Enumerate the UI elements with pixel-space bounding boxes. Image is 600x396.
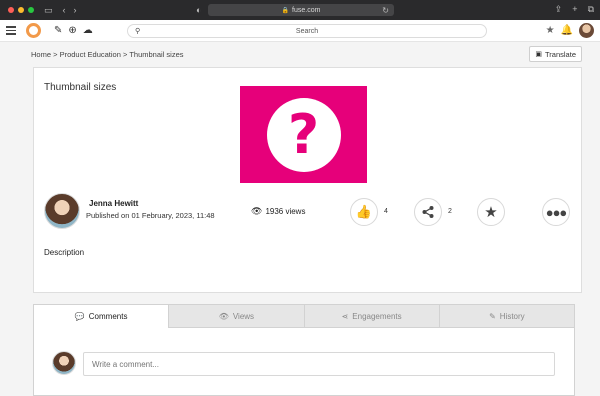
menu-icon[interactable] bbox=[6, 26, 16, 35]
commenter-avatar bbox=[52, 351, 76, 375]
post-tabs: 💬 Comments 👁 Views ⋖ Engagements ✎ Histo… bbox=[33, 304, 575, 328]
add-circle-icon[interactable]: ⊕ bbox=[68, 25, 76, 36]
more-options-button[interactable]: ●●● bbox=[542, 198, 570, 226]
close-window-button[interactable] bbox=[8, 7, 14, 13]
star-icon[interactable]: ★ bbox=[546, 25, 555, 36]
like-button[interactable]: 👍 bbox=[350, 198, 378, 226]
new-tab-icon[interactable]: + bbox=[572, 4, 577, 15]
share-button[interactable] bbox=[414, 198, 442, 226]
tab-label: Engagements bbox=[352, 311, 402, 321]
thumbs-up-icon: 👍 bbox=[355, 204, 373, 219]
favorite-button[interactable]: ★ bbox=[477, 198, 505, 226]
compose-icon[interactable]: ✎ bbox=[54, 25, 62, 36]
post-title: Thumbnail sizes bbox=[44, 82, 117, 93]
more-icon: ●●● bbox=[545, 204, 568, 220]
search-input[interactable]: ⚲ Search bbox=[127, 24, 487, 38]
page-content: Home > Product Education > Thumbnail siz… bbox=[0, 42, 600, 396]
post-card: Thumbnail sizes ? Jenna Hewitt Published… bbox=[33, 67, 582, 293]
share-icon: ⋖ bbox=[341, 311, 349, 321]
bell-icon[interactable]: 🔔 bbox=[561, 25, 573, 36]
shield-icon[interactable]: ◐ bbox=[196, 5, 201, 15]
url-text: fuse.com bbox=[292, 6, 321, 14]
app-logo[interactable] bbox=[26, 23, 41, 38]
eye-icon: 👁 bbox=[251, 206, 263, 216]
tab-engagements[interactable]: ⋖ Engagements bbox=[304, 304, 440, 328]
tab-label: Comments bbox=[88, 312, 128, 321]
share-icon bbox=[422, 206, 434, 218]
app-header: ✎ ⊕ ☁ ⚲ Search ★ 🔔 bbox=[0, 20, 600, 42]
tab-comments[interactable]: 💬 Comments bbox=[33, 304, 170, 328]
upload-cloud-icon[interactable]: ☁ bbox=[83, 25, 93, 36]
breadcrumb-product-education[interactable]: Product Education bbox=[60, 50, 121, 59]
tab-label: History bbox=[499, 311, 525, 321]
comment-icon: 💬 bbox=[74, 312, 85, 321]
search-placeholder: Search bbox=[295, 27, 319, 35]
search-icon: ⚲ bbox=[135, 28, 141, 35]
lock-icon: 🔒 bbox=[281, 7, 290, 14]
minimize-window-button[interactable] bbox=[18, 7, 24, 13]
star-icon: ★ bbox=[484, 204, 498, 221]
tab-overview-icon[interactable]: ⧉ bbox=[588, 4, 594, 15]
tab-views[interactable]: 👁 Views bbox=[169, 304, 305, 328]
user-avatar[interactable] bbox=[579, 23, 594, 38]
breadcrumb-separator: > bbox=[122, 50, 128, 59]
share-page-icon[interactable]: ⇪ bbox=[555, 4, 563, 15]
question-glyph: ? bbox=[287, 103, 320, 166]
post-thumbnail[interactable]: ? bbox=[240, 86, 367, 183]
translate-label: Translate bbox=[545, 49, 576, 59]
address-bar[interactable]: 🔒 fuse.com ↻ bbox=[208, 4, 394, 16]
window-controls bbox=[8, 7, 34, 13]
browser-toolbar: ▭ ‹ › ◐ 🔒 fuse.com ↻ ⇪ + ⧉ bbox=[0, 0, 600, 20]
views-count: 1936 views bbox=[265, 207, 306, 216]
reload-icon[interactable]: ↻ bbox=[382, 6, 389, 15]
translate-button[interactable]: ▣ Translate bbox=[529, 46, 582, 62]
published-date: Published on 01 February, 2023, 11:48 bbox=[86, 211, 215, 220]
question-mark-icon: ? bbox=[266, 97, 341, 172]
breadcrumb-home[interactable]: Home bbox=[31, 50, 51, 59]
tab-label: Views bbox=[232, 311, 255, 321]
breadcrumb: Home > Product Education > Thumbnail siz… bbox=[31, 50, 184, 59]
forward-icon[interactable]: › bbox=[74, 5, 77, 15]
back-icon[interactable]: ‹ bbox=[63, 5, 66, 15]
comments-panel bbox=[33, 328, 575, 396]
eye-icon: 👁 bbox=[218, 311, 229, 321]
author-avatar[interactable] bbox=[44, 193, 80, 229]
breadcrumb-separator: > bbox=[53, 50, 58, 59]
comment-input[interactable] bbox=[83, 352, 555, 376]
like-count: 4 bbox=[384, 208, 388, 215]
tab-history[interactable]: ✎ History bbox=[439, 304, 575, 328]
description-label: Description bbox=[44, 248, 85, 257]
sidebar-toggle-icon[interactable]: ▭ bbox=[44, 5, 53, 16]
author-name[interactable]: Jenna Hewitt bbox=[89, 199, 138, 208]
pencil-icon: ✎ bbox=[489, 311, 496, 321]
zoom-window-button[interactable] bbox=[28, 7, 34, 13]
translate-icon: ▣ bbox=[535, 51, 542, 58]
views-counter: 👁 1936 views bbox=[251, 206, 305, 217]
share-count: 2 bbox=[448, 208, 452, 215]
breadcrumb-current: Thumbnail sizes bbox=[129, 50, 184, 59]
